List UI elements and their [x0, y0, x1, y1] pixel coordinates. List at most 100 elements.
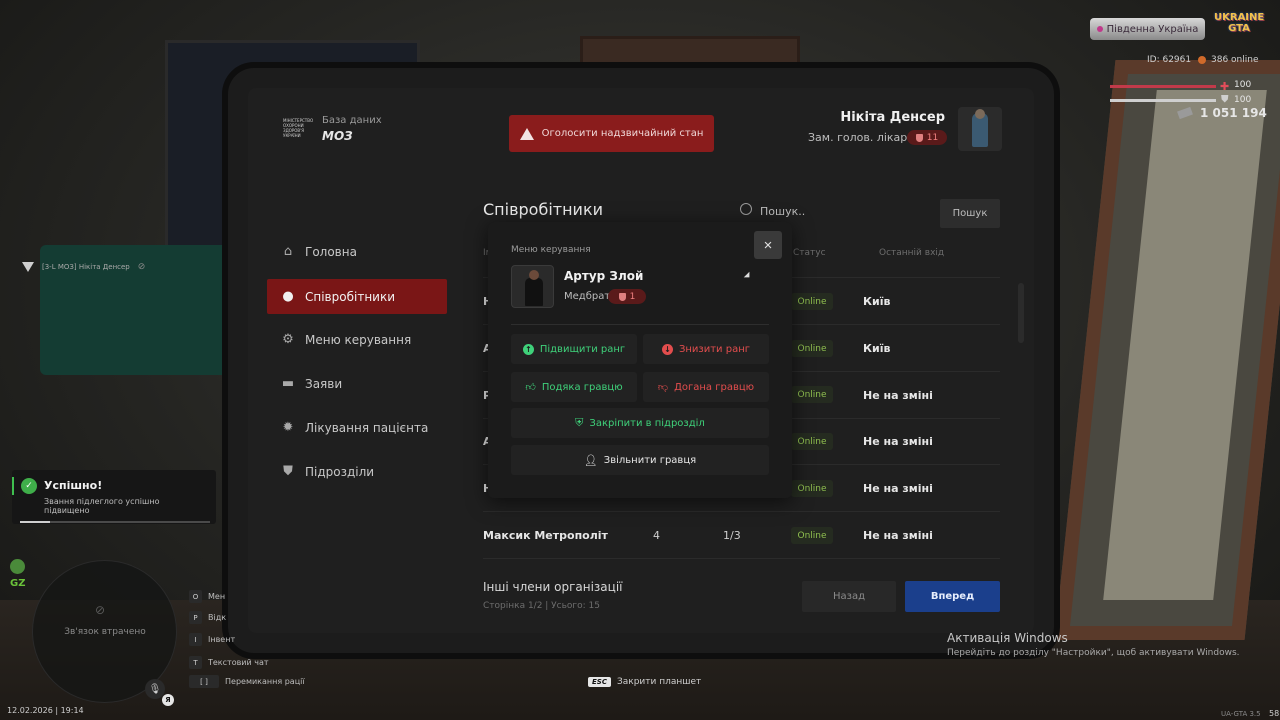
logo-text: МІНІСТЕРСТВО ОХОРОНИ ЗДОРОВ'Я УКРАЇНИ: [283, 118, 314, 138]
toast-progress-fill: [20, 521, 51, 523]
current-user-role: Зам. голов. лікаря: [808, 131, 914, 144]
folder-icon: ▬: [281, 376, 295, 391]
status-badge: Online: [791, 433, 833, 450]
member-role: Медбрат: [564, 291, 611, 302]
key-label: Відк: [208, 613, 227, 622]
game-logo: UKRAINE GTA: [1214, 12, 1265, 34]
next-button[interactable]: Вперед: [905, 581, 1000, 612]
status-badge: Online: [791, 480, 833, 497]
current-user-name: Нікіта Денсер: [840, 110, 945, 125]
db-label: База даних: [322, 115, 382, 126]
emergency-button[interactable]: Оголосити надзвичайний стан: [509, 115, 714, 152]
column-header-status: Статус: [793, 248, 826, 258]
table-row-last-login: Київ: [863, 295, 891, 308]
check-icon: ✓: [21, 478, 37, 494]
mute-icon: ⊘: [137, 262, 146, 272]
promote-label: Підвищити ранг: [539, 343, 626, 355]
fire-label: Звільнити гравця: [603, 454, 697, 466]
sidebar-item-units[interactable]: ⛊ Підрозділи: [267, 454, 447, 489]
windows-activation-title: Активація Windows: [947, 631, 1068, 645]
avatar-head: [975, 109, 985, 119]
shield-icon: [915, 133, 923, 142]
sidebar-item-label: Лікування пацієнта: [305, 420, 429, 435]
online-count: 386 online: [1211, 55, 1259, 65]
row-divider: [483, 511, 1000, 512]
avatar-head: [529, 270, 539, 280]
key-hint: P Відк: [189, 611, 226, 624]
mic-key: Я: [162, 694, 174, 706]
current-user-rank-badge: 11: [907, 130, 947, 145]
sidebar-item-applications[interactable]: ▬ Заяви: [267, 366, 447, 401]
toast-accent: [12, 477, 14, 495]
sidebar-item-home[interactable]: ⌂ Головна: [267, 234, 447, 269]
promote-button[interactable]: ↑ Підвищити ранг: [511, 334, 637, 364]
back-button[interactable]: Назад: [802, 581, 896, 612]
emergency-label: Оголосити надзвичайний стан: [541, 128, 704, 139]
windows-activation-text: Перейдіть до розділу "Настройки", щоб ак…: [947, 648, 1240, 658]
table-row-last-login: Не на зміні: [863, 529, 933, 542]
shield-icon: [618, 292, 626, 301]
sidebar-item-treatment[interactable]: ✹ Лікування пацієнта: [267, 410, 447, 445]
voice-arrow-icon: [22, 262, 34, 272]
home-icon: ⌂: [283, 244, 293, 259]
moz-logo: МІНІСТЕРСТВО ОХОРОНИ ЗДОРОВ'Я УКРАЇНИ: [283, 118, 313, 140]
reprimand-button[interactable]: 👎︎ Догана гравцю: [643, 372, 769, 402]
key-cap: O: [189, 590, 202, 603]
key-label: Перемикання рації: [225, 677, 305, 686]
thumbs-up-icon: 👍︎: [525, 382, 536, 393]
modal-divider: [511, 324, 769, 325]
search-button[interactable]: Пошук: [940, 199, 1000, 228]
armor-icon: ⛊: [1221, 94, 1229, 105]
no-signal-icon: ⊘: [95, 603, 106, 617]
user-remove-icon: 👤︎: [583, 453, 598, 467]
table-row-last-login: Не на зміні: [863, 482, 933, 495]
key-cap: P: [189, 611, 202, 624]
reprimand-label: Догана гравцю: [674, 381, 755, 393]
esc-key: ESC: [588, 677, 611, 687]
key-cap: [ ]: [189, 675, 219, 688]
assign-unit-button[interactable]: ⛨ Закріпити в підрозділ: [511, 408, 769, 438]
thanks-label: Подяка гравцю: [541, 381, 623, 393]
key-label: Мен: [208, 592, 226, 601]
arrow-up-icon: ↑: [522, 343, 534, 355]
sidebar-item-label: Підрозділи: [305, 464, 375, 479]
toast-progress: [20, 521, 210, 523]
voice-text: [3-L МОЗ] Нікіта Денсер: [42, 263, 130, 271]
current-user-avatar: [958, 107, 1002, 151]
heart-icon: ✚: [1220, 80, 1230, 93]
version-short: 58: [1269, 709, 1280, 718]
thanks-button[interactable]: 👍︎ Подяка гравцю: [511, 372, 637, 402]
player-id: ID: 62961: [1147, 55, 1192, 65]
close-icon: ×: [763, 236, 773, 254]
voice-indicator: [3-L МОЗ] Нікіта Денсер ⊘: [22, 262, 145, 272]
others-title: Інші члени організації: [483, 580, 623, 594]
fire-button[interactable]: 👤︎ Звільнити гравця: [511, 445, 769, 475]
table-row-rank: 4: [653, 529, 660, 542]
warning-icon: [519, 127, 534, 140]
status-badge: Online: [791, 340, 833, 357]
key-hint: I Інвент: [189, 633, 235, 646]
demote-button[interactable]: ↓ Знизити ранг: [643, 334, 769, 364]
search-input[interactable]: [760, 200, 930, 222]
shield-icon: ⛊: [283, 464, 293, 479]
table-row-warns: 1/3: [723, 529, 741, 542]
sidebar-item-control-menu[interactable]: ⚙ Меню керування: [267, 322, 447, 357]
table-row-name[interactable]: Максик Метрополіт: [483, 529, 608, 542]
sidebar-item-label: Меню керування: [305, 332, 412, 347]
status-badge: Online: [791, 527, 833, 544]
key-cap: T: [189, 656, 202, 669]
thumbs-down-icon: 👎︎: [657, 382, 669, 393]
search-icon: [740, 203, 752, 215]
health-bar: [1110, 85, 1216, 88]
row-divider: [483, 558, 1000, 559]
close-button[interactable]: ×: [754, 231, 782, 259]
shield-plus-icon: ⛨: [575, 416, 584, 429]
online-icon: [1198, 56, 1206, 64]
radar-text: Зв'язок втрачено: [64, 627, 146, 637]
arrow-down-icon: ↓: [661, 343, 673, 355]
scrollbar[interactable]: [1018, 283, 1024, 343]
sidebar-item-staff[interactable]: ● Співробітники: [267, 279, 447, 314]
health-fill: [1110, 85, 1216, 88]
esc-hint: ESC Закрити планшет: [588, 677, 701, 687]
demote-label: Знизити ранг: [678, 343, 751, 355]
